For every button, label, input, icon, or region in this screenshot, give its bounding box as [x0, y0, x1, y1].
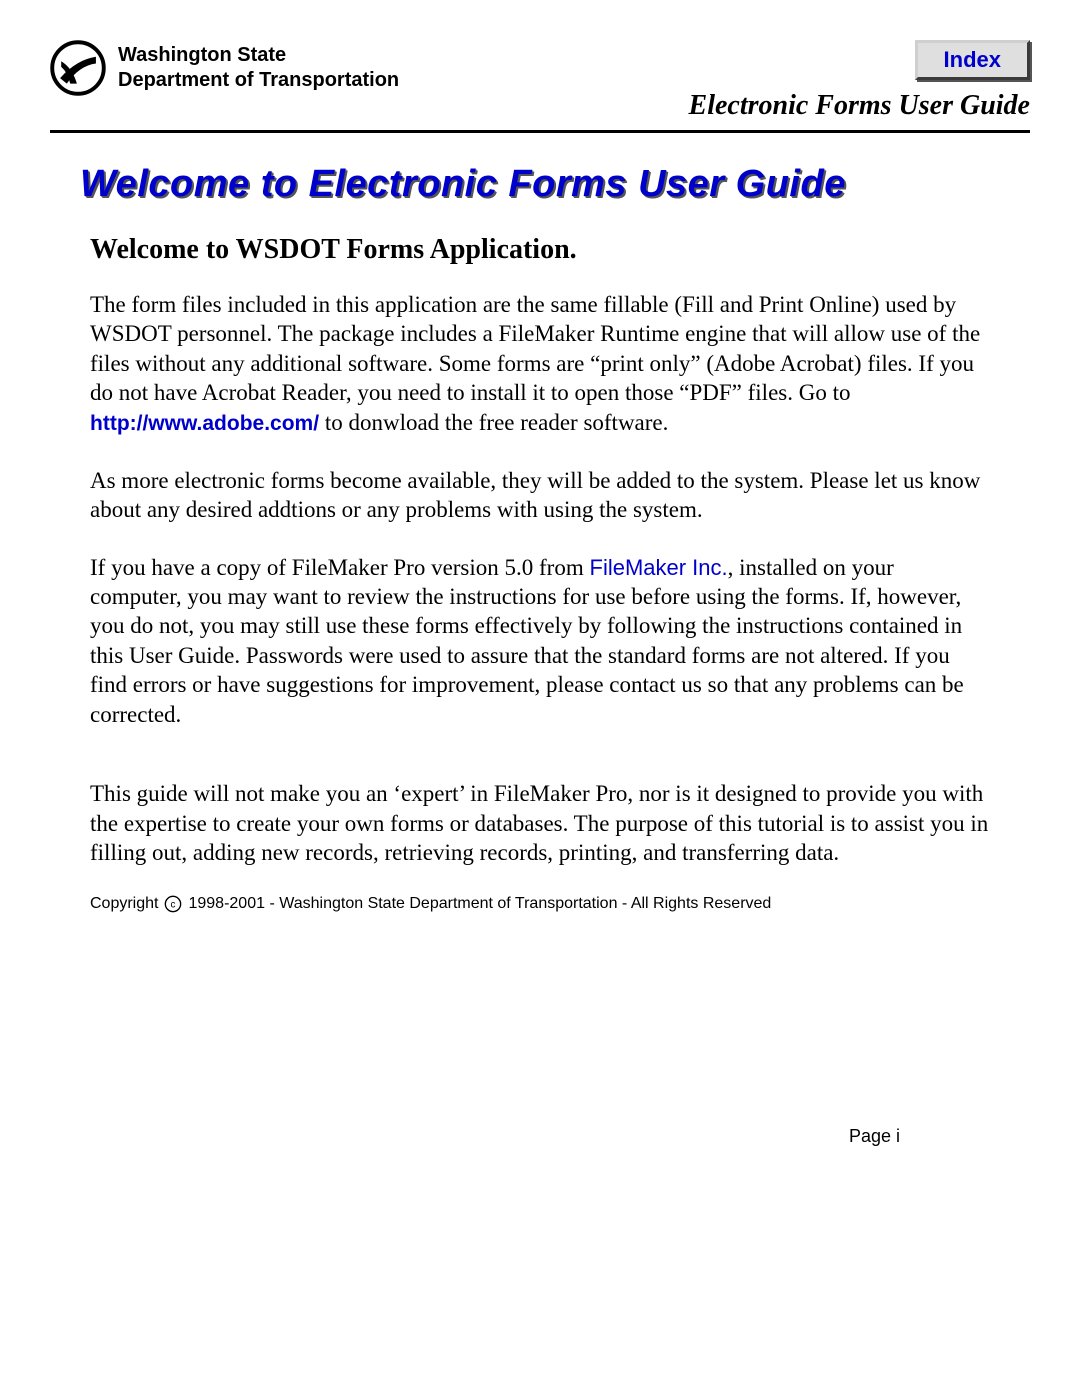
paragraph-3: If you have a copy of FileMaker Pro vers…: [90, 553, 990, 730]
paragraph-1: The form files included in this applicat…: [90, 290, 990, 438]
copyright: Copyright c 1998-2001 - Washington State…: [50, 895, 1030, 913]
p3-text-b: , installed on your computer, you may wa…: [90, 555, 964, 727]
p1-text-a: The form files included in this applicat…: [90, 292, 980, 405]
org-line2: Department of Transportation: [118, 68, 399, 93]
wsdot-logo-icon: [50, 40, 106, 96]
main-content: Welcome to WSDOT Forms Application. The …: [50, 234, 1030, 867]
logo-block: Washington State Department of Transport…: [50, 40, 399, 96]
org-line1: Washington State: [118, 43, 399, 68]
copyright-text: 1998-2001 - Washington State Department …: [188, 895, 771, 913]
copyright-icon: c: [164, 895, 182, 913]
page-number: Page i: [849, 1126, 900, 1146]
header-subtitle: Electronic Forms User Guide: [689, 90, 1030, 122]
adobe-link[interactable]: http://www.adobe.com/: [90, 412, 319, 435]
p1-text-b: to donwload the free reader software.: [319, 410, 668, 435]
p3-text-a: If you have a copy of FileMaker Pro vers…: [90, 555, 590, 580]
svg-text:c: c: [171, 900, 176, 911]
copyright-prefix: Copyright: [90, 895, 158, 913]
paragraph-4: This guide will not make you an ‘expert’…: [90, 779, 990, 867]
page-title: Welcome to Electronic Forms User Guide: [80, 163, 1030, 206]
section-heading: Welcome to WSDOT Forms Application.: [90, 234, 990, 266]
index-button[interactable]: Index: [915, 40, 1030, 80]
page-footer: Page i: [849, 1126, 900, 1147]
header-right: Index Electronic Forms User Guide: [689, 40, 1030, 122]
header-rule: [50, 130, 1030, 133]
filemaker-link[interactable]: FileMaker Inc.: [590, 555, 728, 580]
org-name: Washington State Department of Transport…: [118, 43, 399, 93]
paragraph-2: As more electronic forms become availabl…: [90, 466, 990, 525]
page-header: Washington State Department of Transport…: [50, 40, 1030, 122]
